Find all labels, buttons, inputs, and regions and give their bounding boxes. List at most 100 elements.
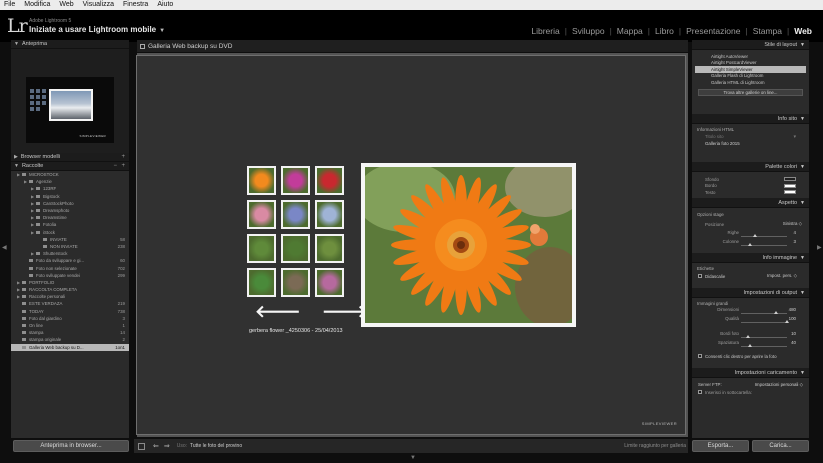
collection-item[interactable]: ▶ Fotolia	[11, 221, 129, 228]
layout-option[interactable]: Galleria HTML di Lightroom	[692, 79, 809, 86]
rows-slider[interactable]	[752, 234, 757, 237]
menu-aiuto[interactable]: Aiuto	[157, 0, 173, 10]
menu-finestra[interactable]: Finestra	[123, 0, 148, 10]
collection-item[interactable]: stampa 14	[11, 329, 129, 336]
layout-style-header[interactable]: Stile di layout ▼	[692, 40, 809, 50]
dimensions-slider[interactable]	[773, 311, 778, 314]
collection-item[interactable]: TODAY 738	[11, 308, 129, 315]
gallery-thumbnail[interactable]	[247, 166, 276, 195]
ftp-select[interactable]: Impostazioni personali ◇	[755, 382, 803, 388]
menu-modifica[interactable]: Modifica	[24, 0, 50, 10]
gallery-thumbnail[interactable]	[247, 268, 276, 297]
upload-button[interactable]: Carica...	[752, 440, 809, 452]
bottom-panel-toggle-icon[interactable]: ▼	[410, 455, 416, 461]
collection-item[interactable]: INVIATE 58	[11, 236, 129, 243]
module-libro[interactable]: Libro	[650, 26, 679, 36]
output-settings-header[interactable]: Impostazioni di output ▼	[692, 288, 809, 298]
module-presentazione[interactable]: Presentazione	[681, 26, 745, 36]
add-template-icon[interactable]: +	[121, 154, 125, 160]
collection-item[interactable]: ▶ Bigstock	[11, 193, 129, 200]
gallery-thumbnail[interactable]	[247, 200, 276, 229]
collection-item[interactable]: ▶ Raccolte personali	[11, 293, 129, 300]
columns-slider[interactable]	[748, 243, 753, 246]
arrow-left-icon[interactable]: 🡐	[255, 302, 301, 322]
gallery-thumbnail[interactable]	[315, 166, 344, 195]
use-select[interactable]: Tutte le foto del provino	[190, 443, 242, 449]
subfolder-checkbox[interactable]	[698, 390, 702, 394]
module-sviluppo[interactable]: Sviluppo	[567, 26, 610, 36]
module-stampa[interactable]: Stampa	[748, 26, 787, 36]
color-palette-header[interactable]: Palette colori ▼	[692, 162, 809, 172]
padding-value[interactable]: 40	[791, 340, 796, 345]
preview-in-browser-button[interactable]: Anteprima in browser...	[13, 440, 129, 452]
collection-item[interactable]: ▶ Shutterstock	[11, 250, 129, 257]
catalog-selector[interactable]: Iniziate a usare Lightroom mobile ▼	[29, 25, 165, 34]
collection-item[interactable]: ▶ Dreamsphoto	[11, 207, 129, 214]
collection-item[interactable]: ESTE VERDAZA 219	[11, 300, 129, 307]
collection-item[interactable]: ▶ Agenzie	[11, 178, 129, 185]
padding-slider[interactable]	[748, 344, 753, 347]
gallery-thumbnail[interactable]	[315, 200, 344, 229]
gallery-thumbnail[interactable]	[281, 268, 310, 297]
menu-web[interactable]: Web	[59, 0, 73, 10]
collections-header[interactable]: ▼ Raccolte − +	[11, 162, 129, 171]
collection-item[interactable]: ▶ RACCOLTA COMPLETA	[11, 286, 129, 293]
gallery-thumbnail[interactable]	[247, 234, 276, 263]
appearance-header[interactable]: Aspetto ▼	[692, 198, 809, 208]
gallery-thumbnail[interactable]	[315, 268, 344, 297]
add-collection-icon[interactable]: +	[121, 163, 125, 169]
module-web[interactable]: Web	[789, 26, 817, 36]
right-click-checkbox[interactable]	[698, 354, 702, 358]
site-info-header[interactable]: Info sito ▼	[692, 114, 809, 124]
collection-item[interactable]: On line 1	[11, 322, 129, 329]
collection-item[interactable]: ▶ iStock	[11, 229, 129, 236]
menu-visualizza[interactable]: Visualizza	[83, 0, 114, 10]
gallery-thumbnail[interactable]	[281, 166, 310, 195]
caption-checkbox[interactable]	[698, 274, 702, 278]
text-color-swatch[interactable]	[784, 190, 796, 195]
site-title-field[interactable]: Titolo sito ▼	[692, 133, 809, 140]
collection-item[interactable]: stampa originale 2	[11, 336, 129, 343]
columns-value[interactable]: 3	[794, 239, 796, 244]
collection-item[interactable]: ▶ PORTFOLIO	[11, 279, 129, 286]
collection-item[interactable]: ▶ CanStockPhoto	[11, 200, 129, 207]
upload-settings-header[interactable]: Impostazioni caricamento ▼	[692, 368, 809, 378]
rows-value[interactable]: 4	[794, 230, 796, 235]
preview-panel-header[interactable]: ▼ Anteprima	[11, 40, 129, 49]
template-browser-header[interactable]: ▶ Browser modelli +	[11, 153, 129, 162]
caption-select[interactable]: Impost. pers. ◇	[767, 273, 797, 279]
border-value[interactable]: 10	[791, 331, 796, 336]
collection-item[interactable]: ▶ Dreamstime	[11, 214, 129, 221]
site-title-value-row[interactable]: Galleria foto 2015	[692, 140, 809, 147]
dimensions-value[interactable]: 480	[789, 307, 796, 312]
gallery-thumbnail[interactable]	[281, 200, 310, 229]
previous-photo-icon[interactable]: ⇐	[153, 442, 159, 450]
collection-item[interactable]: ▶ 123RF	[11, 185, 129, 192]
module-mappa[interactable]: Mappa	[612, 26, 648, 36]
collection-item[interactable]: Foto da sviluppare e gi... 60	[11, 257, 129, 264]
collection-item[interactable]: Galleria Web backup su D... 1on1	[11, 343, 129, 351]
grid-view-icon[interactable]	[138, 442, 145, 450]
collection-item[interactable]: ▶ MICROSTOCK	[11, 171, 129, 178]
image-info-header[interactable]: Info immagine ▼	[692, 253, 809, 263]
main-photo[interactable]	[361, 163, 576, 327]
menu-file[interactable]: File	[4, 0, 15, 10]
position-select[interactable]: Sinistra ◇	[783, 221, 802, 227]
module-libreria[interactable]: Libreria	[526, 26, 564, 36]
collection-item[interactable]: Foto dal giardino 3	[11, 315, 129, 322]
border-slider[interactable]	[745, 335, 750, 338]
right-panel-toggle-icon[interactable]: ▶	[817, 244, 822, 251]
collection-item[interactable]: Foto non selezionate 702	[11, 264, 129, 271]
next-photo-icon[interactable]: ⇒	[164, 442, 170, 450]
background-color-swatch[interactable]	[784, 177, 796, 182]
export-button[interactable]: Esporta...	[692, 440, 749, 452]
collection-item[interactable]: NON INVIATE 238	[11, 243, 129, 250]
border-color-swatch[interactable]	[784, 183, 796, 188]
find-more-galleries-button[interactable]: Trova altre gallerie on line...	[698, 88, 803, 96]
quality-value[interactable]: 100	[789, 316, 796, 321]
gallery-thumbnail[interactable]	[281, 234, 310, 263]
collection-item[interactable]: Foto sviluppate vendei 299	[11, 272, 129, 279]
gallery-thumbnail[interactable]	[315, 234, 344, 263]
remove-collection-icon[interactable]: −	[113, 163, 117, 169]
left-panel-toggle-icon[interactable]: ◀	[2, 244, 7, 251]
